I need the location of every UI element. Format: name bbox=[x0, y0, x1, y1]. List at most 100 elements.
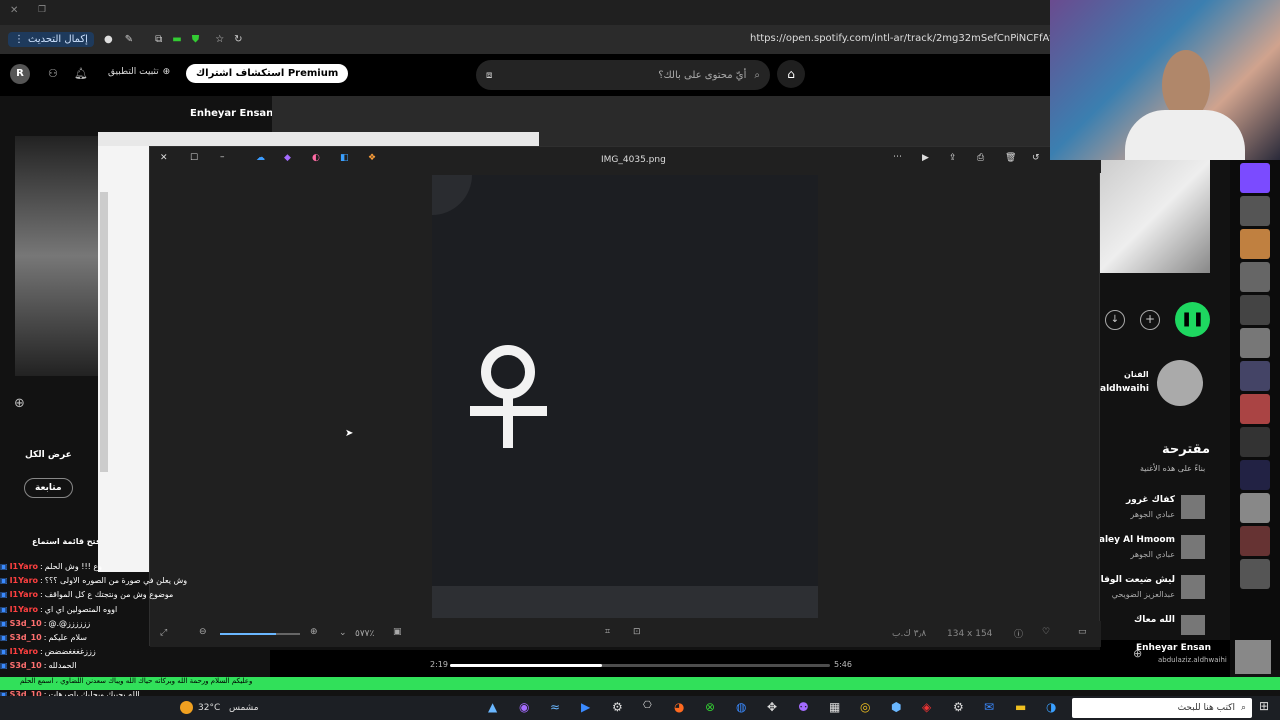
search-input[interactable]: أيّ محتوى على بالك؟ bbox=[492, 70, 746, 81]
pause-button[interactable]: ❚❚ bbox=[1175, 302, 1210, 337]
settings-icon[interactable]: ⚙ bbox=[612, 700, 623, 714]
app-icon[interactable]: ◈ bbox=[922, 700, 931, 714]
follow-button[interactable]: متابعة bbox=[24, 478, 73, 498]
refresh-icon[interactable]: ↻ bbox=[234, 34, 242, 45]
app-icon[interactable]: ◕ bbox=[674, 700, 684, 714]
search-bar[interactable]: ⧈ أيّ محتوى على بالك؟ ⌕ bbox=[476, 60, 770, 90]
track-title: ليش ضيعت الوفا bbox=[1100, 575, 1175, 585]
add-to-library-icon[interactable]: + bbox=[1140, 310, 1160, 330]
artist-name[interactable]: aldhwaihi bbox=[1100, 384, 1149, 394]
extension-green-icon[interactable]: ▬ bbox=[172, 34, 181, 45]
artist-avatar[interactable] bbox=[1157, 360, 1203, 406]
now-playing-title[interactable]: Enheyar Ensan bbox=[1136, 643, 1211, 653]
app-icon[interactable]: ✥ bbox=[767, 700, 777, 714]
library-item[interactable] bbox=[1240, 328, 1270, 358]
windows-start-icon[interactable]: ⊞ bbox=[1259, 699, 1269, 713]
address-bar[interactable]: https://open.spotify.com/intl-ar/track/2… bbox=[750, 33, 1050, 44]
install-app-link[interactable]: تثبيت التطبيق ⊕ bbox=[108, 67, 170, 77]
clipchamp-icon[interactable]: ◆ bbox=[284, 153, 291, 163]
outlook-icon[interactable]: ✉ bbox=[984, 700, 994, 714]
chevron-down-icon[interactable]: ⌄ bbox=[339, 628, 347, 638]
select-icon[interactable]: ⊡ bbox=[633, 627, 641, 637]
xbox-icon[interactable]: ⊗ bbox=[705, 700, 715, 714]
app-icon[interactable]: ▶ bbox=[581, 700, 590, 714]
maximize-icon[interactable]: ☐ bbox=[190, 153, 198, 163]
profile-icon[interactable]: ● bbox=[104, 34, 113, 45]
extension-icon[interactable]: ⧉ bbox=[155, 34, 162, 45]
paint-icon[interactable]: ◧ bbox=[340, 153, 349, 163]
show-all-link[interactable]: عرض الكل bbox=[25, 450, 72, 460]
library-item[interactable] bbox=[1240, 295, 1270, 325]
share-icon[interactable]: ⇪ bbox=[949, 153, 957, 163]
progress-track[interactable] bbox=[450, 664, 830, 667]
premium-button[interactable]: استكشاف اشتراك Premium bbox=[186, 64, 349, 83]
taskbar-search-input[interactable]: اكتب هنا للبحث bbox=[1078, 703, 1235, 713]
add-circle-icon[interactable]: ⊕ bbox=[14, 396, 25, 411]
file-explorer-icon[interactable]: ▬ bbox=[1015, 700, 1026, 714]
home-icon[interactable]: ⌂ bbox=[777, 60, 805, 88]
steam-icon[interactable]: ⬢ bbox=[891, 700, 901, 714]
library-item[interactable] bbox=[1240, 460, 1270, 490]
library-item[interactable] bbox=[1240, 526, 1270, 556]
list-item[interactable]: الله معاك bbox=[1100, 613, 1205, 643]
heart-icon[interactable]: ♡ bbox=[1042, 627, 1050, 637]
print-icon[interactable]: ⎙ bbox=[977, 153, 984, 163]
image-canvas[interactable] bbox=[392, 135, 818, 618]
rotate-icon[interactable]: ↺ bbox=[1032, 153, 1040, 163]
add-to-playlist-icon[interactable]: ⊕ bbox=[1133, 647, 1142, 660]
now-playing-artist[interactable]: abdulaziz.aldhwaihi bbox=[1158, 656, 1227, 664]
app-icon[interactable]: ◍ bbox=[736, 700, 746, 714]
chrome-icon[interactable]: ◎ bbox=[860, 700, 870, 714]
liked-songs-icon[interactable] bbox=[1240, 163, 1270, 193]
taskbar-search[interactable]: اكتب هنا للبحث ⌕ bbox=[1072, 698, 1252, 718]
library-item[interactable] bbox=[1240, 427, 1270, 457]
slideshow-icon[interactable]: ▶ bbox=[922, 153, 929, 163]
onedrive-icon[interactable]: ☁ bbox=[256, 153, 265, 163]
library-item[interactable] bbox=[1240, 262, 1270, 292]
list-item[interactable]: كفاك غرور عبادي الجوهر bbox=[1100, 493, 1205, 533]
library-item[interactable] bbox=[1240, 394, 1270, 424]
designer-icon[interactable]: ◐ bbox=[312, 153, 320, 163]
app-icon[interactable]: ≈ bbox=[550, 700, 560, 714]
list-item[interactable]: haley Al Hmoom عبادي الجوهر bbox=[1092, 533, 1205, 573]
delete-icon[interactable]: 🗑︎ bbox=[1005, 153, 1016, 163]
favorite-star-icon[interactable]: ☆ bbox=[215, 34, 224, 45]
epic-games-icon[interactable]: ⎔ bbox=[643, 700, 652, 711]
zoom-in-icon[interactable]: ⊕ bbox=[310, 627, 318, 637]
photos-app-icon[interactable]: ▲ bbox=[488, 700, 497, 714]
avatar[interactable]: R bbox=[10, 64, 30, 84]
close-icon[interactable]: ✕ bbox=[10, 5, 18, 16]
info-icon[interactable]: ⓘ bbox=[1014, 627, 1023, 640]
library-item[interactable] bbox=[1240, 493, 1270, 523]
extension-shield-icon[interactable]: ⛊ bbox=[192, 34, 200, 45]
update-button[interactable]: ⋮ إكمال التحديث bbox=[8, 32, 94, 47]
background-window-scrollbar[interactable] bbox=[100, 192, 108, 472]
friends-icon[interactable]: ⚇ bbox=[48, 67, 58, 80]
download-icon[interactable]: ↓ bbox=[1105, 310, 1125, 330]
zoom-level[interactable]: ٥٧٧٪ bbox=[355, 629, 374, 639]
library-item[interactable] bbox=[1240, 229, 1270, 259]
app-icon[interactable]: ◉ bbox=[519, 700, 529, 714]
edge-icon[interactable]: ◑ bbox=[1046, 700, 1056, 714]
library-item[interactable] bbox=[1240, 361, 1270, 391]
more-icon[interactable]: ⋯ bbox=[893, 152, 902, 162]
open-queue-link[interactable]: فتح قائمة استماع bbox=[32, 537, 101, 546]
minimize-icon[interactable]: – bbox=[220, 152, 225, 162]
filmstrip-icon[interactable]: ▭ bbox=[1078, 627, 1087, 637]
weather-temp[interactable]: 32°C bbox=[198, 703, 220, 713]
read-aloud-icon[interactable]: ✎ bbox=[125, 34, 133, 45]
app-icon[interactable]: ⚙ bbox=[953, 700, 964, 714]
restore-icon[interactable]: ❐ bbox=[38, 5, 46, 15]
copilot-icon[interactable]: ❖ bbox=[368, 153, 376, 163]
app-icon[interactable]: ▦ bbox=[829, 700, 840, 714]
close-icon[interactable]: ✕ bbox=[160, 153, 168, 163]
weather-label[interactable]: مشمس bbox=[229, 703, 259, 713]
list-item[interactable]: ليش ضيعت الوفا عبدالعزيز الضويحي bbox=[1100, 573, 1205, 613]
weather-icon[interactable] bbox=[180, 701, 193, 714]
library-item[interactable] bbox=[1240, 559, 1270, 589]
bell-icon[interactable]: 🔔︎ bbox=[74, 67, 88, 80]
library-item[interactable] bbox=[1240, 196, 1270, 226]
fit-icon[interactable]: ▣ bbox=[393, 627, 402, 637]
ocr-icon[interactable]: ⌗ bbox=[605, 627, 610, 637]
app-icon[interactable]: ⚉ bbox=[798, 700, 809, 714]
